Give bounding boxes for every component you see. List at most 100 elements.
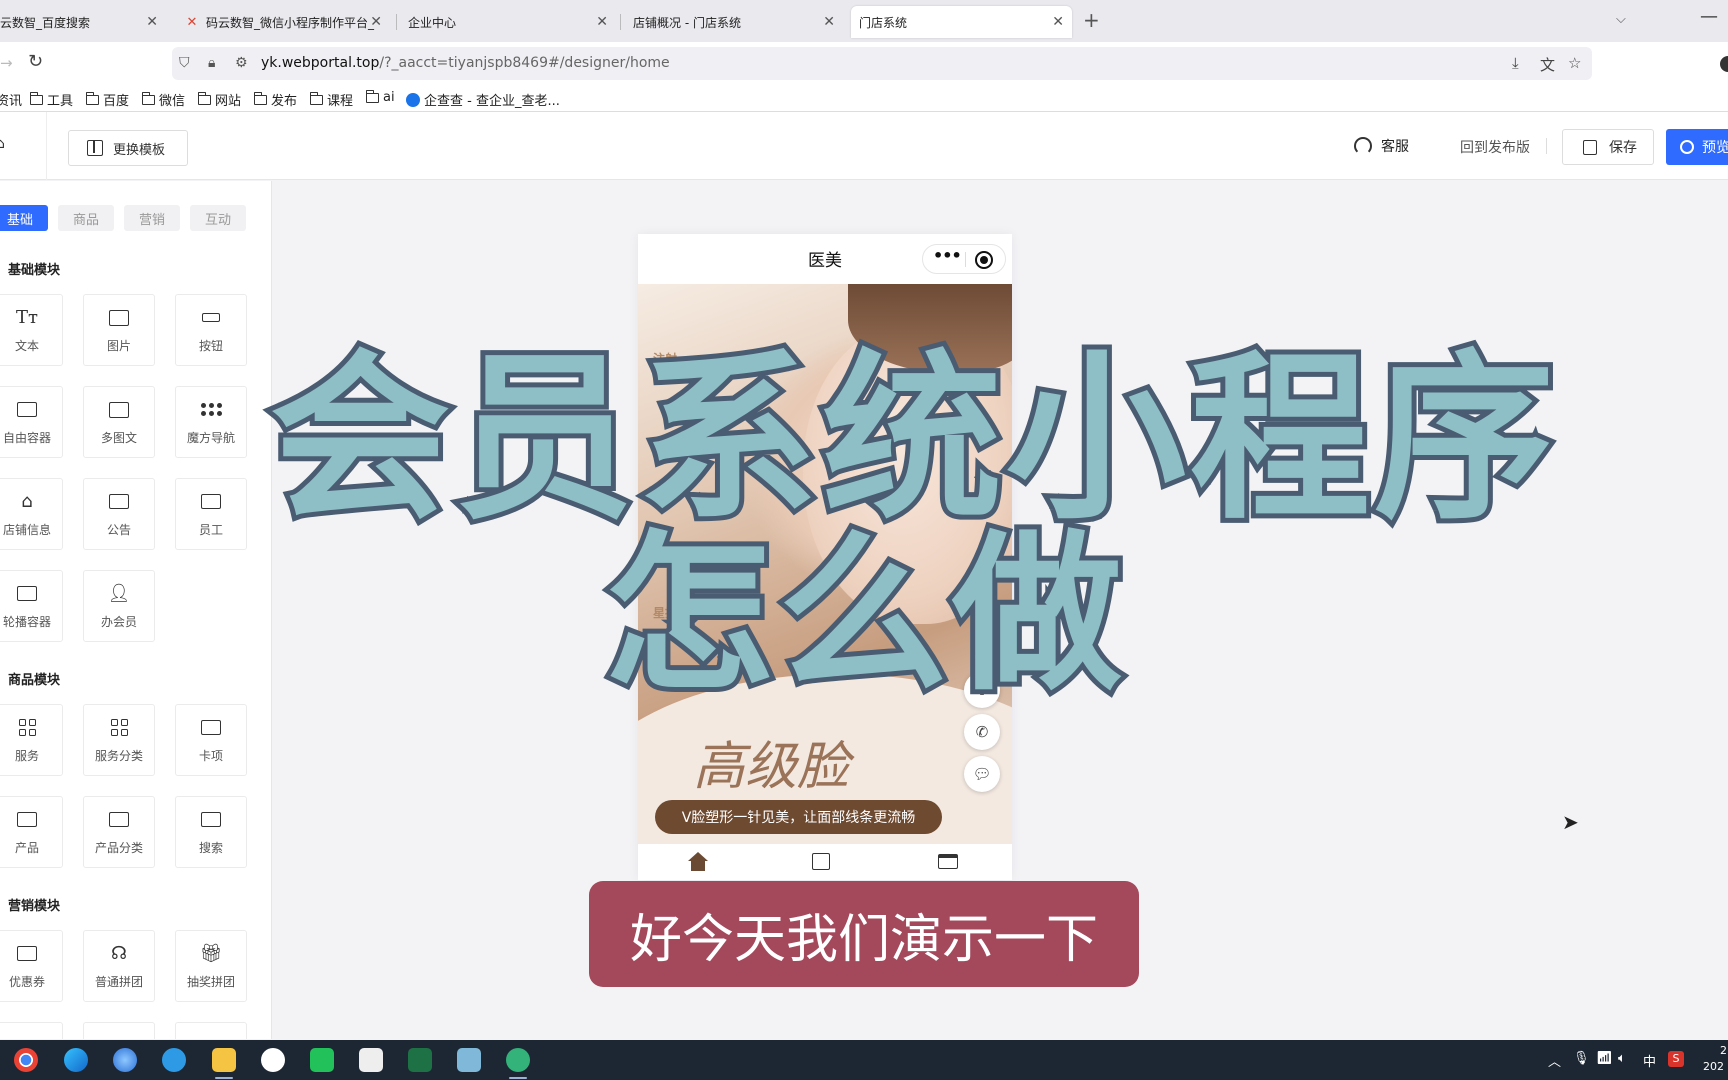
component-image[interactable]: 图片 bbox=[83, 294, 155, 366]
gift-icon: 🎁︎ bbox=[199, 943, 223, 964]
site-settings-icon[interactable]: ⚙ bbox=[235, 55, 248, 71]
input-method-label[interactable]: 中 bbox=[1643, 1051, 1656, 1070]
component-search[interactable]: 搜索 bbox=[175, 796, 247, 868]
card-icon[interactable] bbox=[938, 854, 958, 869]
star-icon[interactable]: ☆ bbox=[1568, 54, 1581, 72]
component-service-category[interactable]: 服务分类 bbox=[83, 704, 155, 776]
bookmark-folder-ai[interactable]: ai bbox=[365, 89, 395, 105]
mouse-cursor-icon: ➤ bbox=[1562, 810, 1579, 834]
save-button[interactable]: 保存 bbox=[1562, 129, 1654, 165]
chevron-down-icon[interactable]: ⌵ bbox=[1616, 12, 1626, 27]
component-coupon[interactable]: 优惠券 bbox=[0, 930, 63, 1002]
miniprogram-capsule[interactable]: ••• bbox=[922, 244, 1006, 274]
bookmark-folder-wechat[interactable]: 微信 bbox=[141, 90, 185, 109]
system-clock[interactable]: 2 202 bbox=[1703, 1043, 1727, 1075]
component-carousel[interactable]: 轮播容器 bbox=[0, 570, 63, 642]
component-cube-nav[interactable]: 魔方导航 bbox=[175, 386, 247, 458]
component-service[interactable]: 服务 bbox=[0, 704, 63, 776]
close-icon[interactable]: ✕ bbox=[146, 14, 158, 30]
lock-icon[interactable]: 🔒︎ bbox=[208, 55, 215, 71]
sogou-app-icon[interactable] bbox=[113, 1048, 137, 1072]
calendar-check-icon[interactable] bbox=[812, 853, 830, 870]
browser-tab-enterprise[interactable]: 企业中心 ✕ bbox=[400, 6, 616, 38]
notes-app-icon[interactable] bbox=[457, 1048, 481, 1072]
browser-tab-store-overview[interactable]: 店铺概况 - 门店系统 ✕ bbox=[625, 6, 843, 38]
close-target-icon[interactable] bbox=[975, 251, 993, 269]
component-multi-image-text[interactable]: 多图文 bbox=[83, 386, 155, 458]
file-explorer-icon[interactable] bbox=[212, 1048, 236, 1072]
capture-app-icon[interactable] bbox=[359, 1048, 383, 1072]
close-icon[interactable]: ✕ bbox=[596, 14, 608, 30]
component-lottery-group[interactable]: 🎁︎ 抽奖拼团 bbox=[175, 930, 247, 1002]
component-text[interactable]: Tт 文本 bbox=[0, 294, 63, 366]
bookmark-folder-baidu[interactable]: 百度 bbox=[85, 90, 129, 109]
network-icon[interactable]: 📶︎ bbox=[1596, 1051, 1613, 1066]
reload-icon[interactable]: ↻ bbox=[28, 51, 43, 72]
wechat-app-icon[interactable] bbox=[310, 1048, 334, 1072]
component-product[interactable]: 产品 bbox=[0, 796, 63, 868]
change-template-button[interactable]: 更换模板 bbox=[68, 130, 188, 166]
edge-app-icon[interactable] bbox=[64, 1048, 88, 1072]
bookmark-folder-courses[interactable]: 课程 bbox=[309, 90, 353, 109]
more-dots-icon[interactable]: ••• bbox=[933, 246, 962, 265]
qq-app-icon[interactable] bbox=[261, 1048, 285, 1072]
banner-slogan: V脸塑形一针见美，让面部线条更流畅 bbox=[655, 800, 942, 834]
volume-icon[interactable]: 🔈︎ bbox=[1618, 1051, 1626, 1066]
chevron-up-icon[interactable]: ︿ bbox=[1548, 1051, 1561, 1070]
component-notice[interactable]: 公告 bbox=[83, 478, 155, 550]
header-divider bbox=[46, 112, 47, 180]
url-text[interactable]: yk.webportal.top/?_aacct=tiyanjspb8469#/… bbox=[261, 55, 670, 71]
tab-interaction[interactable]: 互动 bbox=[190, 205, 246, 231]
tab-goods[interactable]: 商品 bbox=[58, 205, 114, 231]
new-tab-button[interactable]: + bbox=[1083, 8, 1100, 32]
chrome-app-icon[interactable] bbox=[14, 1048, 38, 1072]
back-to-published-link[interactable]: 回到发布版 bbox=[1460, 137, 1530, 157]
component-card-item[interactable]: 卡项 bbox=[175, 704, 247, 776]
chat-icon[interactable]: 💬︎ bbox=[964, 756, 1000, 792]
green-app-icon[interactable] bbox=[506, 1048, 530, 1072]
video-subtitle: 好今天我们演示一下 bbox=[589, 881, 1139, 987]
component-product-category[interactable]: 产品分类 bbox=[83, 796, 155, 868]
shield-icon[interactable]: ⛉ bbox=[179, 55, 190, 71]
bookmark-news[interactable]: 资讯 bbox=[0, 90, 22, 109]
url-field[interactable]: ⛉ 🔒︎ ⚙ yk.webportal.top/?_aacct=tiyanjsp… bbox=[172, 47, 1592, 80]
excel-app-icon[interactable] bbox=[408, 1048, 432, 1072]
browser-tab-store-system[interactable]: 门店系统 ✕ bbox=[851, 6, 1072, 38]
microphone-icon[interactable]: 🎙︎ bbox=[1573, 1051, 1590, 1066]
minimize-window-icon[interactable]: — bbox=[1700, 6, 1718, 27]
forward-icon[interactable]: → bbox=[0, 54, 13, 72]
sogou-ime-icon[interactable]: S bbox=[1668, 1051, 1684, 1067]
component-more[interactable] bbox=[83, 1022, 155, 1039]
translate-icon[interactable]: 文 bbox=[1540, 54, 1555, 75]
bookmark-folder-tools[interactable]: 工具 bbox=[29, 90, 73, 109]
close-icon[interactable]: ✕ bbox=[370, 14, 382, 30]
home-icon[interactable] bbox=[688, 852, 708, 872]
customer-service-button[interactable]: 客服 bbox=[1354, 136, 1409, 156]
running-indicator bbox=[509, 1077, 527, 1079]
browser-app-icon[interactable] bbox=[162, 1048, 186, 1072]
preview-button[interactable]: 预览 bbox=[1666, 129, 1728, 165]
bookmark-qichacha[interactable]: 企查查 - 查企业_查老... bbox=[406, 90, 560, 109]
download-icon[interactable]: ⤓ bbox=[1512, 54, 1519, 72]
close-icon[interactable]: ✕ bbox=[1052, 14, 1064, 30]
phone-call-icon[interactable]: ✆ bbox=[964, 714, 1000, 750]
component-membership[interactable]: 👤︎ 办会员 bbox=[83, 570, 155, 642]
designer-header: ⌂ 更换模板 客服 回到发布版 保存 预览 bbox=[0, 112, 1728, 180]
component-group-buy[interactable]: ☊ 普通拼团 bbox=[83, 930, 155, 1002]
browser-tab-baidu[interactable]: 云数智_百度搜索 ✕ bbox=[0, 6, 166, 38]
component-free-container[interactable]: 自由容器 bbox=[0, 386, 63, 458]
component-button[interactable]: 按钮 bbox=[175, 294, 247, 366]
component-more[interactable] bbox=[175, 1022, 247, 1039]
tab-basic[interactable]: 基础 bbox=[0, 205, 48, 231]
bookmark-folder-sites[interactable]: 网站 bbox=[197, 90, 241, 109]
bookmark-folder-publish[interactable]: 发布 bbox=[253, 90, 297, 109]
tab-marketing[interactable]: 营销 bbox=[124, 205, 180, 231]
close-icon[interactable]: ✕ bbox=[823, 14, 835, 30]
browser-tab-mayun[interactable]: ✕ 码云数智_微信小程序制作平台_ ✕ bbox=[176, 6, 390, 38]
folder-icon bbox=[141, 91, 155, 105]
home-icon[interactable]: ⌂ bbox=[0, 136, 5, 152]
component-staff[interactable]: 员工 bbox=[175, 478, 247, 550]
component-store-info[interactable]: ⌂ 店铺信息 bbox=[0, 478, 63, 550]
extension-icon[interactable] bbox=[1720, 56, 1728, 72]
component-more[interactable] bbox=[0, 1022, 63, 1039]
